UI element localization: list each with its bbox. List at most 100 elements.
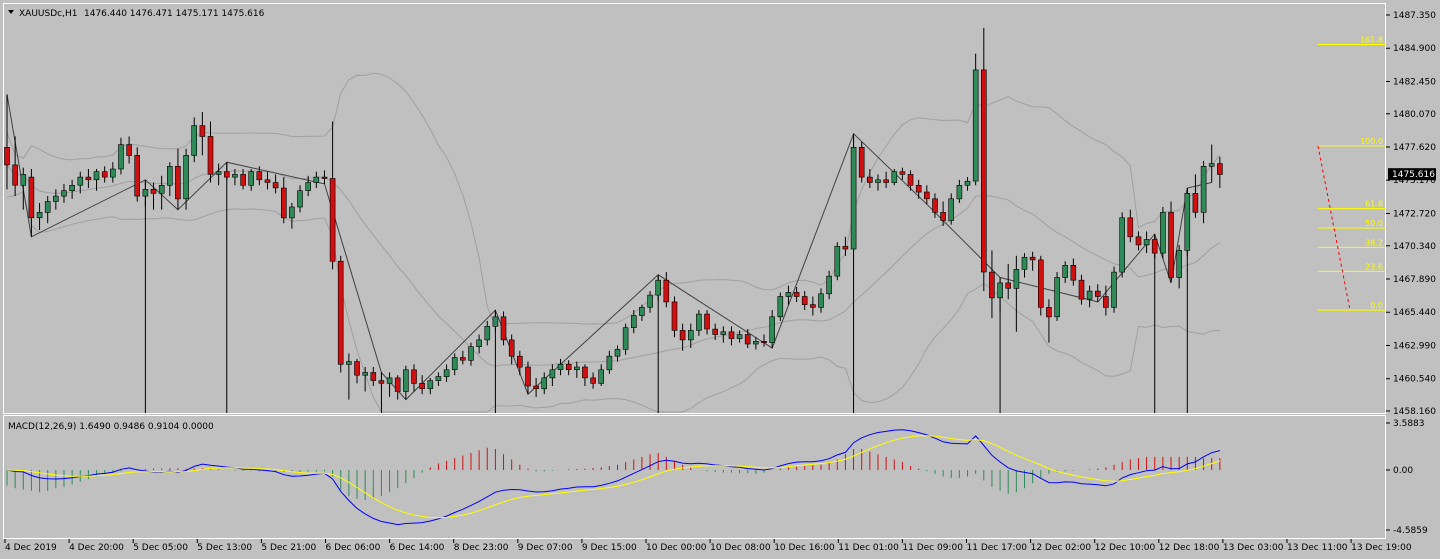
candle xyxy=(1184,187,1191,256)
price-tick-label: 1472.720 xyxy=(1393,209,1436,219)
candle xyxy=(403,365,409,400)
candle xyxy=(1160,206,1166,259)
svg-text:1475.616: 1475.616 xyxy=(1392,170,1435,180)
time-tick-label: 9 Dec 07:00 xyxy=(518,543,573,553)
candle xyxy=(866,168,873,188)
price-tick-label: 1470.340 xyxy=(1393,242,1436,252)
macd-header: MACD(12,26,9) 1.6490 0.9486 0.9104 0.000… xyxy=(8,422,214,432)
candle xyxy=(1192,174,1199,218)
candle xyxy=(126,136,132,164)
fib-level[interactable]: 61.8 xyxy=(1318,200,1386,210)
time-tick-label: 6 Dec 06:00 xyxy=(326,543,381,553)
fib-level[interactable]: 38.2 xyxy=(1318,238,1386,248)
candle xyxy=(1005,263,1012,300)
candle xyxy=(573,361,580,378)
candle xyxy=(321,170,328,184)
time-tick-label: 10 Dec 00:00 xyxy=(646,543,707,553)
candle xyxy=(305,175,312,197)
candle xyxy=(907,170,914,191)
candle xyxy=(590,372,596,389)
candle xyxy=(85,168,92,188)
candle xyxy=(191,117,197,163)
candle xyxy=(777,292,784,321)
fib-level-label: 161.8 xyxy=(1360,35,1383,44)
candle xyxy=(451,353,458,376)
current-price-badge: 1475.616 xyxy=(1388,168,1436,181)
chart-window: 161.8 100.0 61.8 50.0 38.2 23.6 0.0 1487.350 14… xyxy=(0,0,1440,559)
time-tick-label: 12 Dec 02:00 xyxy=(1031,543,1092,553)
price-tick-label: 1482.450 xyxy=(1393,77,1436,87)
bollinger-bands xyxy=(6,72,1221,413)
candle xyxy=(923,185,930,205)
fibonacci-retracement: 161.8 100.0 61.8 50.0 38.2 23.6 0.0 xyxy=(1317,35,1386,311)
candle xyxy=(1176,244,1182,289)
candle xyxy=(891,168,898,186)
candle xyxy=(858,141,865,183)
candle xyxy=(20,167,27,210)
candle xyxy=(704,310,710,335)
price-tick-label: 1465.440 xyxy=(1393,308,1436,318)
candle xyxy=(158,175,165,210)
candle xyxy=(248,168,254,191)
band-lower xyxy=(6,190,1220,413)
candle xyxy=(427,377,434,395)
price-tick-label: 1484.900 xyxy=(1393,44,1436,54)
candle xyxy=(679,323,686,351)
candle xyxy=(484,320,491,346)
fib-level[interactable]: 0.0 xyxy=(1318,301,1386,311)
candle xyxy=(1143,231,1150,254)
candle xyxy=(948,193,955,225)
price-tick-label: 1462.990 xyxy=(1393,341,1436,351)
price-tick-label: 1477.620 xyxy=(1393,143,1436,153)
candle xyxy=(1013,255,1020,332)
candle xyxy=(598,364,605,387)
candle xyxy=(883,171,889,188)
candle xyxy=(346,353,352,400)
candle xyxy=(69,179,75,199)
candle xyxy=(557,358,564,376)
fib-level[interactable]: 161.8 xyxy=(1318,35,1386,45)
price-axis: 1487.350 1484.900 1482.450 1480.070 1477.620… xyxy=(1386,11,1436,417)
candle xyxy=(1200,160,1207,224)
symbol-label: XAUUSDc,H1 xyxy=(19,9,77,19)
candle xyxy=(663,272,670,308)
candle xyxy=(533,377,539,397)
time-tick-label: 12 Dec 18:00 xyxy=(1159,543,1220,553)
candle xyxy=(1119,212,1125,278)
candle xyxy=(1021,253,1028,278)
time-tick-label: 13 Dec 19:00 xyxy=(1351,543,1412,553)
candle xyxy=(834,242,841,281)
price-tick-label: 1487.350 xyxy=(1393,11,1436,21)
fib-level-label: 100.0 xyxy=(1360,137,1383,146)
candle xyxy=(549,364,556,387)
candle xyxy=(459,350,466,365)
fib-level-label: 38.2 xyxy=(1365,238,1383,247)
candle xyxy=(606,350,613,374)
candle xyxy=(997,277,1003,313)
candle xyxy=(289,202,295,229)
candle xyxy=(826,270,832,300)
chart-canvas[interactable]: 161.8 100.0 61.8 50.0 38.2 23.6 0.0 1487.350 14… xyxy=(0,0,1440,559)
candle xyxy=(647,291,653,313)
candle xyxy=(728,326,735,346)
fib-level[interactable]: 23.6 xyxy=(1318,262,1386,272)
candle xyxy=(12,136,18,197)
macd-panel-frame xyxy=(3,415,1386,539)
candle xyxy=(899,167,906,180)
candle xyxy=(36,202,43,231)
candle xyxy=(175,148,181,210)
fib-level[interactable]: 50.0 xyxy=(1318,219,1386,229)
candle xyxy=(386,372,393,397)
time-tick-label: 11 Dec 01:00 xyxy=(838,543,899,553)
candle xyxy=(215,163,222,186)
candle xyxy=(972,53,979,186)
candle xyxy=(411,364,417,392)
dropdown-triangle-icon xyxy=(8,10,14,14)
candles xyxy=(4,27,1223,400)
time-tick-label: 4 Dec 20:00 xyxy=(69,543,124,553)
candle xyxy=(541,372,548,395)
candle xyxy=(565,360,572,376)
time-tick-label: 12 Dec 10:00 xyxy=(1095,543,1156,553)
fib-level-label: 0.0 xyxy=(1370,301,1383,310)
fib-level[interactable]: 100.0 xyxy=(1318,137,1386,147)
